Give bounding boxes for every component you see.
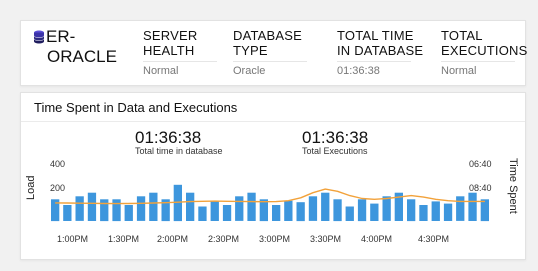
metric-label-line2: IN DATABASE — [337, 43, 424, 58]
metric-label: SERVER HEALTH — [143, 28, 217, 58]
load-bar — [407, 199, 416, 222]
metric-label: DATABASE TYPE — [233, 28, 307, 58]
database-name-line2: ORACLE — [47, 47, 117, 66]
x-tick-label: 4:30PM — [418, 234, 450, 244]
load-bar — [100, 199, 109, 222]
metric-divider — [337, 61, 411, 62]
metric-divider — [233, 61, 307, 62]
load-bar — [63, 205, 72, 221]
load-bar — [419, 205, 428, 221]
database-name-line1: ER- — [46, 27, 76, 46]
metric-server-health: SERVER HEALTH Normal — [143, 28, 217, 78]
time-spent-chart-card: Time Spent in Data and Executions 01:36:… — [20, 92, 526, 260]
metric-total-executions: TOTAL EXECUTIONS Normal — [441, 28, 528, 78]
x-tick-label: 1:30PM — [108, 234, 140, 244]
metric-value: Normal — [441, 65, 477, 77]
metric-divider — [441, 61, 515, 62]
load-bar — [186, 192, 195, 221]
x-tick-label: 2:00PM — [157, 234, 189, 244]
database-name: ER- ORACLE — [46, 27, 142, 67]
load-bar — [210, 201, 219, 221]
x-tick-label: 1:00PM — [57, 234, 89, 244]
database-icon — [34, 30, 44, 44]
load-bar — [333, 199, 342, 222]
load-bar — [345, 206, 354, 221]
x-tick-label: 4:00PM — [361, 234, 393, 244]
x-tick-label: 3:30PM — [310, 234, 342, 244]
load-bar — [357, 199, 367, 222]
load-bar — [443, 203, 453, 221]
metric-divider — [143, 61, 217, 62]
x-tick-label: 3:00PM — [259, 234, 291, 244]
load-bar — [259, 199, 268, 222]
metric-label: TOTAL EXECUTIONS — [441, 28, 528, 58]
metric-label-line1: DATABASE — [233, 28, 303, 43]
x-tick-label: 2:30PM — [208, 234, 240, 244]
load-bar — [222, 205, 232, 221]
load-bar — [124, 205, 133, 221]
load-bar — [272, 205, 281, 221]
load-bar — [235, 196, 244, 221]
load-bar — [468, 192, 477, 221]
load-bar — [480, 199, 489, 222]
metric-total-time: TOTAL TIME IN DATABASE 01:36:38 — [337, 28, 423, 78]
metric-label-line1: TOTAL — [441, 28, 483, 43]
load-bar — [87, 192, 97, 221]
metric-label-line2: EXECUTIONS — [441, 43, 528, 58]
load-bar — [296, 202, 305, 222]
load-bar — [431, 201, 440, 221]
metric-value: Normal — [143, 65, 179, 77]
load-bar — [321, 192, 330, 221]
load-bar — [284, 200, 293, 221]
metric-value: 01:36:38 — [337, 65, 380, 77]
load-bar — [382, 196, 391, 221]
load-bar — [149, 192, 158, 221]
load-bar — [456, 196, 465, 221]
load-bar — [198, 206, 207, 221]
metric-database-type: DATABASE TYPE Oracle — [233, 28, 307, 78]
load-bar — [308, 196, 318, 221]
metric-label-line1: SERVER — [143, 28, 198, 43]
metric-label-line2: HEALTH — [143, 43, 195, 58]
metric-label-line2: TYPE — [233, 43, 268, 58]
metric-value: Oracle — [233, 65, 266, 77]
metric-label-line1: TOTAL TIME — [337, 28, 414, 43]
load-bar — [112, 199, 121, 222]
server-summary-card: ER- ORACLE SERVER HEALTH Normal DATABASE… — [20, 20, 528, 86]
load-bar — [136, 196, 146, 221]
load-bar — [75, 196, 84, 221]
metric-label: TOTAL TIME IN DATABASE — [337, 28, 423, 58]
load-bar — [247, 192, 256, 221]
load-bar — [370, 203, 379, 221]
